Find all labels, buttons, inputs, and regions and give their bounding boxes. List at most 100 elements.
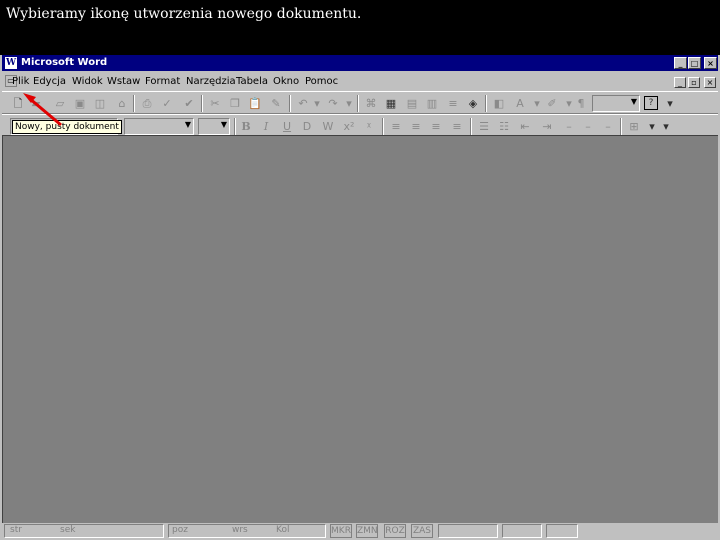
doc-minimize-button[interactable]: _	[674, 77, 686, 88]
menu-window[interactable]: Okno	[273, 76, 299, 87]
window-title: Microsoft Word	[21, 57, 108, 68]
undo-dropdown-icon[interactable]: ▾	[309, 96, 325, 111]
status-rec[interactable]: MKR	[330, 524, 352, 538]
align-center-icon[interactable]: ≡	[408, 119, 424, 134]
bold-button[interactable]: B	[238, 119, 254, 134]
align-right-icon[interactable]: ≡	[428, 119, 444, 134]
toolbar-options-icon[interactable]: ▾	[662, 96, 678, 111]
status-trk[interactable]: ZMN	[356, 524, 378, 538]
menu-insert[interactable]: Wstaw	[107, 76, 140, 87]
strikethrough-icon[interactable]: ᵡ	[361, 119, 377, 134]
borders-icon[interactable]: ⊞	[626, 119, 642, 134]
highlight-icon[interactable]: ✐	[544, 96, 560, 111]
standard-toolbar: 🗋 ▰ ▱ ▣ ◫ ⌂ ⎙ ✓ ✔ ✂ ❐ 📋 ✎ ↶ ▾ ↷ ▾ ⌘ ▦ ▤ …	[2, 91, 718, 114]
status-ext[interactable]: ROZ	[384, 524, 406, 538]
chevron-down-icon: ▼	[220, 120, 227, 129]
font-combo[interactable]: ▼	[124, 118, 194, 135]
status-line: wrs	[232, 525, 248, 535]
word-window: W Microsoft Word _ □ × ▭ Plik Edycja Wid…	[0, 55, 720, 540]
zoom-combo[interactable]: ▼	[592, 95, 640, 112]
show-hide-icon[interactable]: ¶	[573, 96, 589, 111]
superscript-icon[interactable]: x²	[341, 119, 357, 134]
doc-close-button[interactable]: ×	[704, 77, 716, 88]
double-underline-icon[interactable]: D	[299, 119, 315, 134]
menu-help[interactable]: Pomoc	[305, 76, 338, 87]
mail-icon[interactable]: ◫	[92, 96, 108, 111]
insert-excel-icon[interactable]: ▥	[424, 96, 440, 111]
document-map-icon[interactable]: ◧	[491, 96, 507, 111]
separator	[201, 95, 203, 112]
doc-restore-button[interactable]: ▫	[688, 77, 700, 88]
underline-button[interactable]: U	[279, 119, 295, 134]
chevron-down-icon: ▼	[184, 120, 191, 129]
save-icon[interactable]: ▣	[72, 96, 88, 111]
line-icon[interactable]: –	[561, 119, 577, 134]
tables-borders-icon[interactable]: ▦	[383, 96, 399, 111]
status-panel-extra	[546, 524, 578, 538]
justify-icon[interactable]: ≡	[449, 119, 465, 134]
status-panel-page	[4, 524, 164, 538]
italic-button[interactable]: I	[258, 119, 274, 134]
separator	[470, 118, 472, 135]
menu-table[interactable]: Tabela	[236, 76, 268, 87]
close-button[interactable]: ×	[704, 57, 717, 69]
copy-icon[interactable]: ❐	[227, 96, 243, 111]
redo-icon[interactable]: ↷	[325, 96, 341, 111]
separator	[620, 118, 622, 135]
separator	[234, 118, 236, 135]
status-panel-language	[438, 524, 498, 538]
open-icon[interactable]: ▰	[28, 96, 44, 111]
hyperlink-icon[interactable]: ⌘	[363, 96, 379, 111]
menu-bar: ▭ Plik Edycja Widok Wstaw Format Narzędz…	[2, 73, 718, 89]
open-folder-icon[interactable]: ▱	[52, 96, 68, 111]
font-size-combo[interactable]: ▼	[198, 118, 230, 135]
status-column: Kol	[276, 525, 290, 535]
menu-edit[interactable]: Edycja	[33, 76, 66, 87]
separator	[289, 95, 291, 112]
word-app-icon[interactable]: W	[5, 57, 17, 69]
columns-icon[interactable]: ≡	[445, 96, 461, 111]
status-ovr[interactable]: ZAS	[411, 524, 433, 538]
status-page: str	[10, 525, 22, 535]
document-workspace[interactable]	[2, 135, 718, 523]
title-bar[interactable]: W Microsoft Word _ □ ×	[2, 55, 718, 71]
maximize-button[interactable]: □	[688, 57, 701, 69]
cut-icon[interactable]: ✂	[207, 96, 223, 111]
toolbar-options-icon[interactable]: ▾	[658, 119, 674, 134]
menu-view[interactable]: Widok	[72, 76, 103, 87]
status-bar: str sek poz wrs Kol MKR ZMN ROZ ZAS	[2, 523, 718, 540]
redo-dropdown-icon[interactable]: ▾	[341, 96, 357, 111]
separator	[357, 95, 359, 112]
numbering-icon[interactable]: ☰	[476, 119, 492, 134]
print-icon[interactable]: ⌂	[114, 96, 130, 111]
decrease-indent-icon[interactable]: ⇤	[517, 119, 533, 134]
chevron-down-icon: ▼	[630, 97, 637, 106]
format-painter-icon[interactable]: ✎	[268, 96, 284, 111]
font-color-dropdown-icon[interactable]: ▾	[529, 96, 545, 111]
menu-file[interactable]: Plik	[12, 76, 29, 87]
spell-check-icon[interactable]: ✔	[181, 96, 197, 111]
slide-caption: Wybieramy ikonę utworzenia nowego dokume…	[6, 6, 362, 22]
menu-format[interactable]: Format	[145, 76, 180, 87]
paste-icon[interactable]: 📋	[247, 96, 263, 111]
word-underline-icon[interactable]: W	[320, 119, 336, 134]
drawing-icon[interactable]: ◈	[465, 96, 481, 111]
font-color-icon[interactable]: A	[512, 96, 528, 111]
insert-table-icon[interactable]: ▤	[404, 96, 420, 111]
print-preview-icon[interactable]: ⎙	[139, 96, 155, 111]
bullets-icon[interactable]: ☷	[496, 119, 512, 134]
align-left-icon[interactable]: ≡	[388, 119, 404, 134]
tooltip: Nowy, pusty dokument	[12, 120, 122, 134]
separator	[485, 95, 487, 112]
status-position: poz	[172, 525, 188, 535]
spelling-icon[interactable]: ✓	[159, 96, 175, 111]
new-document-icon[interactable]: 🗋	[10, 96, 26, 111]
minimize-button[interactable]: _	[674, 57, 687, 69]
line-icon[interactable]: –	[600, 119, 616, 134]
status-section: sek	[60, 525, 76, 535]
menu-tools[interactable]: Narzędzia	[186, 76, 236, 87]
separator	[382, 118, 384, 135]
increase-indent-icon[interactable]: ⇥	[539, 119, 555, 134]
line-icon[interactable]: –	[580, 119, 596, 134]
help-icon[interactable]: ?	[644, 96, 658, 110]
